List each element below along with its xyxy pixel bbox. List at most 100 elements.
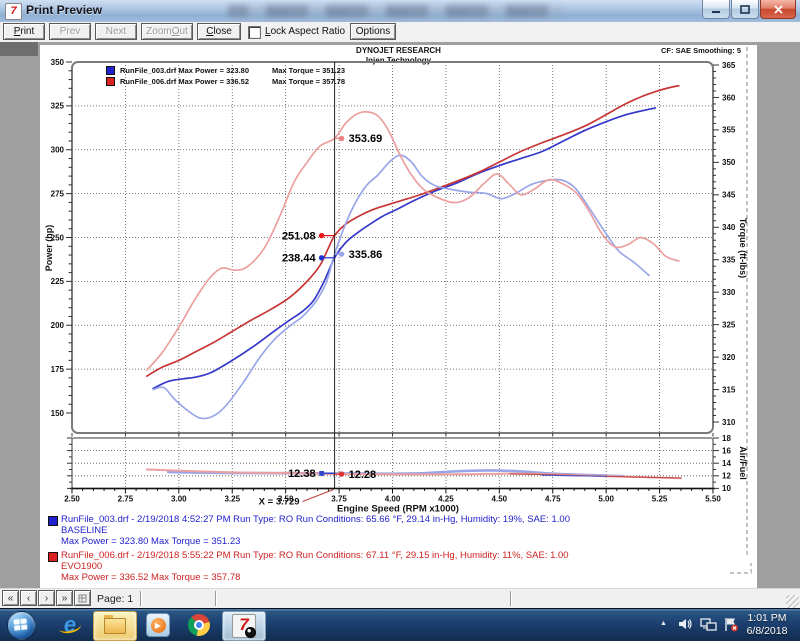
legend-swatch-baseline bbox=[106, 66, 115, 75]
print-button[interactable]: Print bbox=[3, 23, 45, 40]
svg-text:3.75: 3.75 bbox=[331, 495, 347, 504]
svg-text:353.69: 353.69 bbox=[349, 133, 383, 145]
svg-text:300: 300 bbox=[51, 146, 65, 155]
svg-text:275: 275 bbox=[51, 189, 65, 198]
svg-text:5.00: 5.00 bbox=[598, 495, 614, 504]
page-number-label: Page: 1 bbox=[97, 593, 133, 605]
prev-page-button[interactable]: Prev bbox=[49, 23, 91, 40]
hidden-icons-arrow[interactable]: ▲ bbox=[660, 620, 667, 627]
svg-text:238.44: 238.44 bbox=[282, 253, 317, 265]
svg-text:350: 350 bbox=[51, 58, 65, 67]
lock-aspect-ratio-label: Lock Aspect Ratio bbox=[265, 26, 345, 37]
legend-torque-label: Max Torque = 357.78 bbox=[272, 77, 345, 86]
svg-text:225: 225 bbox=[51, 277, 65, 286]
page-grid-icon bbox=[78, 594, 87, 603]
svg-text:3.25: 3.25 bbox=[224, 495, 240, 504]
run-name: EVO1900 bbox=[61, 561, 569, 572]
status-bar: « ‹ › » Page: 1 bbox=[0, 588, 800, 609]
redacted-title-text bbox=[228, 5, 563, 17]
taskbar-item-windows-explorer[interactable] bbox=[93, 611, 137, 641]
workspace-corner bbox=[0, 42, 38, 56]
next-page-nav-button[interactable]: › bbox=[38, 590, 55, 606]
svg-text:3.00: 3.00 bbox=[171, 495, 187, 504]
close-icon bbox=[774, 5, 783, 14]
lock-aspect-ratio-checkbox[interactable] bbox=[248, 26, 261, 39]
svg-text:325: 325 bbox=[51, 102, 65, 111]
svg-text:345: 345 bbox=[722, 191, 736, 200]
resize-grip[interactable] bbox=[786, 595, 799, 608]
dynojet-7-icon: 7 bbox=[232, 614, 256, 638]
svg-text:Power (hp): Power (hp) bbox=[44, 225, 54, 272]
zoom-out-button[interactable]: Zoom Out bbox=[141, 23, 193, 40]
volume-icon[interactable] bbox=[678, 617, 693, 636]
run-swatch-baseline bbox=[48, 516, 58, 526]
page-grid-button[interactable] bbox=[74, 590, 91, 606]
action-center-flag-icon[interactable] bbox=[723, 617, 739, 637]
options-button[interactable]: Options bbox=[350, 23, 396, 40]
run-info-line: RunFile_003.drf - 2/19/2018 4:52:27 PM R… bbox=[61, 514, 570, 525]
svg-text:360: 360 bbox=[722, 93, 736, 102]
svg-text:12.28: 12.28 bbox=[349, 469, 377, 481]
windows-logo-icon bbox=[13, 618, 28, 631]
next-page-button[interactable]: Next bbox=[95, 23, 137, 40]
svg-text:2.50: 2.50 bbox=[64, 495, 80, 504]
run-name: BASELINE bbox=[61, 525, 570, 536]
title-bar: 7 Print Preview bbox=[0, 0, 800, 23]
start-button[interactable] bbox=[7, 611, 36, 640]
minimize-icon bbox=[711, 5, 721, 14]
clock-date: 6/8/2018 bbox=[738, 625, 796, 638]
taskbar-item-media-player[interactable]: ▶ bbox=[140, 611, 176, 639]
svg-text:X = 3.729: X = 3.729 bbox=[259, 497, 300, 508]
legend-label: RunFile_003.drf Max Power = 323.80 bbox=[120, 66, 272, 75]
svg-text:16: 16 bbox=[722, 446, 731, 455]
close-preview-button[interactable]: Close bbox=[197, 23, 241, 40]
taskbar-clock[interactable]: 1:01 PM 6/8/2018 bbox=[738, 612, 796, 638]
svg-text:335: 335 bbox=[722, 256, 736, 265]
svg-text:Torque (ft-lbs): Torque (ft-lbs) bbox=[738, 218, 748, 278]
close-window-button[interactable] bbox=[760, 0, 796, 19]
run-max-line: Max Power = 336.52 Max Torque = 357.78 bbox=[61, 572, 569, 583]
svg-text:5.25: 5.25 bbox=[652, 495, 668, 504]
svg-text:14: 14 bbox=[722, 459, 731, 468]
media-player-icon: ▶ bbox=[146, 613, 170, 637]
svg-text:310: 310 bbox=[722, 418, 736, 427]
svg-text:251.08: 251.08 bbox=[282, 230, 316, 242]
screen: { "window": { "title": "Print Preview" }… bbox=[0, 0, 800, 640]
svg-text:4.50: 4.50 bbox=[492, 495, 508, 504]
maximize-icon bbox=[740, 5, 750, 14]
taskbar-item-dynojet-winpep[interactable]: 7 bbox=[222, 611, 266, 641]
legend-swatch-evo bbox=[106, 77, 115, 86]
minimize-button[interactable] bbox=[702, 0, 730, 19]
preview-workspace: DYNOJET RESEARCH Injen Technology CF: SA… bbox=[0, 42, 800, 588]
svg-text:18: 18 bbox=[722, 434, 731, 443]
run-swatch-evo bbox=[48, 552, 58, 562]
taskbar-item-internet-explorer[interactable]: e bbox=[52, 611, 88, 639]
svg-text:12.38: 12.38 bbox=[288, 468, 316, 480]
svg-text:315: 315 bbox=[722, 385, 736, 394]
footer-run-baseline: RunFile_003.drf - 2/19/2018 4:52:27 PM R… bbox=[48, 514, 570, 547]
svg-text:325: 325 bbox=[722, 320, 736, 329]
svg-text:10: 10 bbox=[722, 484, 731, 493]
window-title: Print Preview bbox=[26, 3, 102, 17]
first-page-button[interactable]: « bbox=[2, 590, 19, 606]
legend-row-evo: RunFile_006.drf Max Power = 336.52 Max T… bbox=[106, 76, 345, 86]
maximize-button[interactable] bbox=[731, 0, 759, 19]
svg-text:340: 340 bbox=[722, 223, 736, 232]
svg-text:320: 320 bbox=[722, 353, 736, 362]
folder-icon bbox=[104, 618, 126, 634]
svg-text:335.86: 335.86 bbox=[349, 249, 383, 261]
legend-row-baseline: RunFile_003.drf Max Power = 323.80 Max T… bbox=[106, 65, 345, 75]
network-icon[interactable] bbox=[700, 617, 717, 636]
svg-text:365: 365 bbox=[722, 61, 736, 70]
chrome-icon bbox=[188, 614, 210, 636]
run-max-line: Max Power = 323.80 Max Torque = 351.23 bbox=[61, 536, 570, 547]
svg-text:12: 12 bbox=[722, 472, 731, 481]
legend-torque-label: Max Torque = 351.23 bbox=[272, 66, 345, 75]
last-page-button[interactable]: » bbox=[56, 590, 73, 606]
svg-text:150: 150 bbox=[51, 409, 65, 418]
svg-text:330: 330 bbox=[722, 288, 736, 297]
prev-page-nav-button[interactable]: ‹ bbox=[20, 590, 37, 606]
taskbar-item-chrome[interactable] bbox=[181, 611, 217, 639]
svg-text:Engine Speed (RPM x1000): Engine Speed (RPM x1000) bbox=[337, 504, 459, 515]
svg-text:175: 175 bbox=[51, 365, 65, 374]
